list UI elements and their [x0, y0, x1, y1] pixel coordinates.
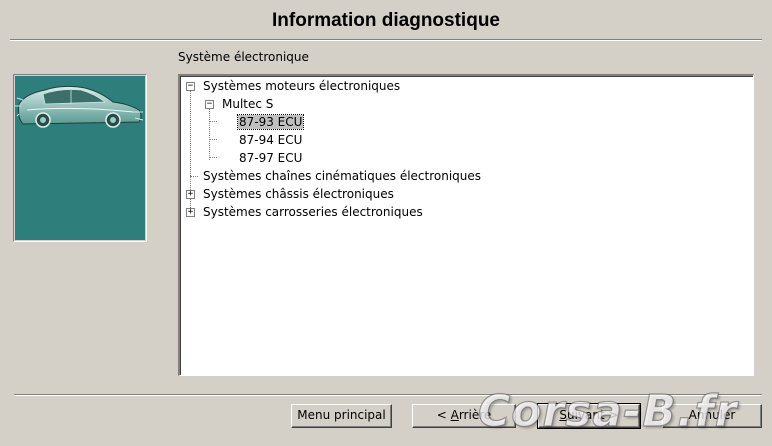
tree-connector [209, 139, 217, 140]
tree-connector [190, 176, 198, 177]
tree-node-label: Systèmes châssis électroniques [203, 187, 394, 201]
tree-node-label: 87-97 ECU [239, 151, 303, 165]
main-menu-button-label: Menu principal [297, 408, 386, 422]
tree-connector [209, 121, 217, 122]
tree-node-systemes-moteurs[interactable]: Systèmes moteurs électroniques [202, 78, 401, 94]
back-button[interactable]: < Arrière [412, 404, 516, 428]
tree-node-carrosseries[interactable]: Systèmes carrosseries électroniques [202, 204, 424, 220]
tree-node-87-93-ecu[interactable]: 87-93 ECU [236, 114, 305, 130]
expand-icon[interactable]: + [186, 190, 195, 199]
system-tree[interactable]: − Systèmes moteurs électroniques − Multe… [178, 74, 754, 376]
window-title: Information diagnostique [272, 10, 500, 31]
tree-node-label: 87-94 ECU [239, 133, 303, 147]
tree-connector [209, 157, 217, 158]
next-button-label: uivant > [567, 408, 619, 422]
next-button[interactable]: Suivant > [537, 403, 641, 429]
car-image [15, 76, 145, 240]
main-menu-button[interactable]: Menu principal [291, 404, 392, 428]
tree-node-label: Systèmes carrosseries électroniques [203, 205, 423, 219]
tree-node-chaines-cinematiques[interactable]: Systèmes chaînes cinématiques électroniq… [202, 168, 482, 184]
group-label: Système électronique [178, 50, 309, 64]
tree-node-87-97-ecu[interactable]: 87-97 ECU [238, 150, 303, 166]
next-button-mnemonic: S [559, 408, 568, 422]
car-image-panel [13, 74, 147, 242]
tree-node-label: Systèmes moteurs électroniques [203, 79, 401, 93]
collapse-icon[interactable]: − [186, 82, 195, 91]
expand-icon[interactable]: + [186, 208, 195, 217]
tree-node-label: Multec S [222, 97, 274, 111]
title-divider [10, 39, 762, 41]
tree-connector [209, 108, 210, 160]
cancel-button[interactable]: Annuler [662, 404, 762, 428]
tree-node-label: Systèmes chaînes cinématiques électroniq… [203, 169, 482, 183]
tree-node-multec-s[interactable]: Multec S [221, 96, 274, 112]
back-button-mnemonic: A [450, 408, 459, 422]
tree-node-87-94-ecu[interactable]: 87-94 ECU [238, 132, 303, 148]
bottom-divider [14, 394, 762, 396]
back-button-label: rrière [458, 408, 492, 422]
back-button-prefix: < [436, 408, 451, 422]
cancel-button-label: Annuler [688, 408, 736, 422]
tree-node-chassis[interactable]: Systèmes châssis électroniques [202, 186, 395, 202]
tree-node-label: 87-93 ECU [236, 114, 305, 130]
car-illustration [15, 85, 144, 128]
collapse-icon[interactable]: − [205, 100, 214, 109]
